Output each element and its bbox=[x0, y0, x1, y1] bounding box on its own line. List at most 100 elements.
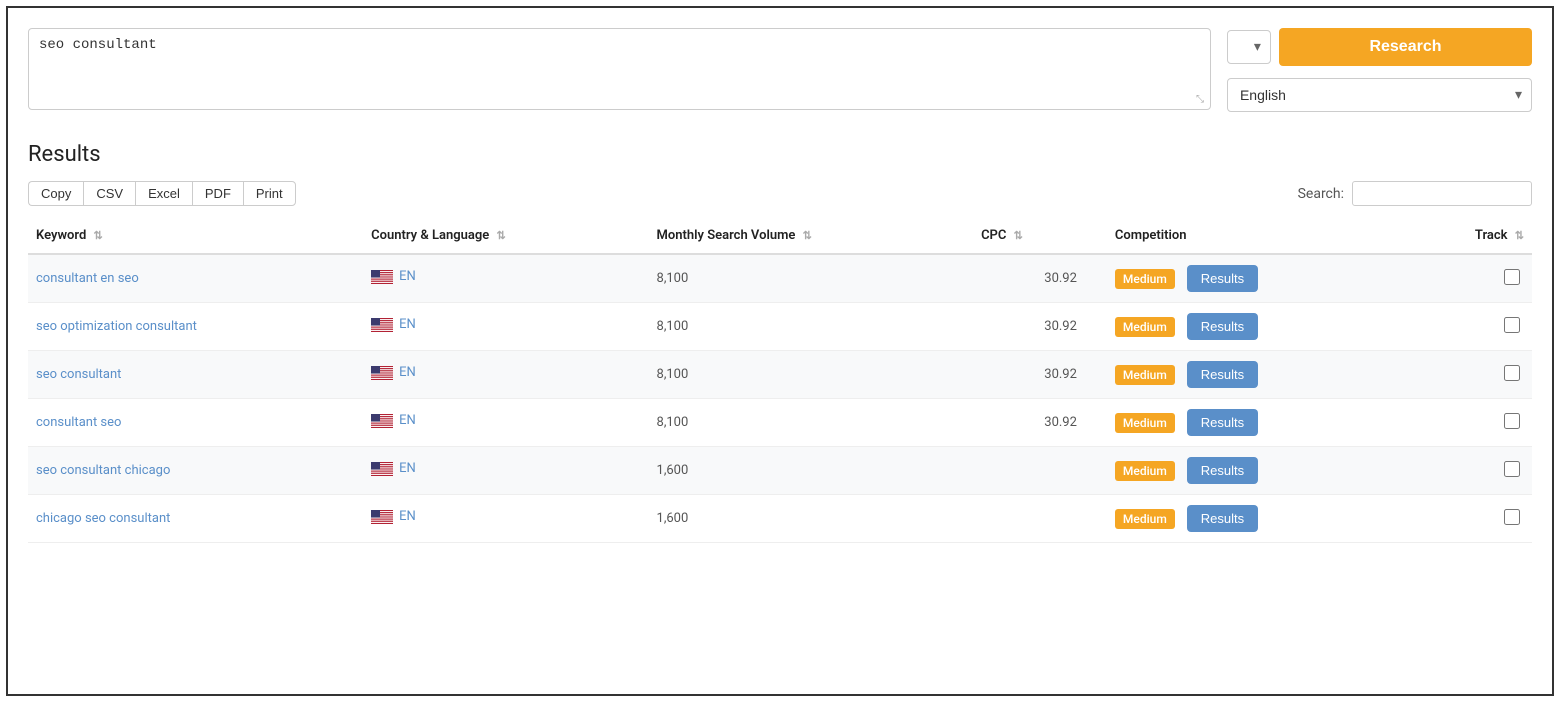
export-buttons-group: Copy CSV Excel PDF Print bbox=[28, 181, 296, 206]
language-label: EN bbox=[399, 461, 416, 476]
app-container: ⤡ United States (US) United Kingdom (UK)… bbox=[6, 6, 1554, 696]
cell-cpc: 30.92 bbox=[973, 351, 1107, 399]
cell-competition: Medium Results bbox=[1107, 399, 1409, 447]
cell-competition: Medium Results bbox=[1107, 447, 1409, 495]
results-button[interactable]: Results bbox=[1187, 457, 1258, 484]
track-checkbox[interactable] bbox=[1504, 317, 1520, 333]
cell-track bbox=[1409, 495, 1532, 543]
cell-msv: 8,100 bbox=[649, 303, 974, 351]
results-section: Results Copy CSV Excel PDF Print Search:… bbox=[28, 142, 1532, 543]
competition-badge: Medium bbox=[1115, 509, 1175, 529]
pdf-button[interactable]: PDF bbox=[192, 181, 243, 206]
flag-en-wrap: EN bbox=[371, 413, 416, 428]
cell-msv: 1,600 bbox=[649, 495, 974, 543]
results-button[interactable]: Results bbox=[1187, 505, 1258, 532]
cell-cpc bbox=[973, 447, 1107, 495]
language-label: EN bbox=[399, 269, 416, 284]
table-search-input[interactable] bbox=[1352, 181, 1532, 206]
cell-cpc: 30.92 bbox=[973, 399, 1107, 447]
track-checkbox[interactable] bbox=[1504, 269, 1520, 285]
results-button[interactable]: Results bbox=[1187, 265, 1258, 292]
us-flag-icon bbox=[371, 462, 393, 476]
language-select[interactable]: English Spanish French German bbox=[1227, 78, 1532, 112]
cell-track bbox=[1409, 254, 1532, 303]
cell-country-language: EN bbox=[363, 495, 648, 543]
language-label: EN bbox=[399, 413, 416, 428]
search-label: Search: bbox=[1298, 186, 1344, 202]
sort-icon-track: ⇅ bbox=[1515, 229, 1524, 242]
us-flag-icon bbox=[371, 318, 393, 332]
keyword-link[interactable]: seo consultant chicago bbox=[36, 463, 170, 478]
track-checkbox[interactable] bbox=[1504, 413, 1520, 429]
flag-en-wrap: EN bbox=[371, 317, 416, 332]
keyword-link[interactable]: consultant seo bbox=[36, 415, 121, 430]
csv-button[interactable]: CSV bbox=[83, 181, 135, 206]
col-cpc[interactable]: CPC ⇅ bbox=[973, 218, 1107, 254]
cell-track bbox=[1409, 447, 1532, 495]
cell-msv: 8,100 bbox=[649, 399, 974, 447]
competition-badge: Medium bbox=[1115, 413, 1175, 433]
cell-msv: 8,100 bbox=[649, 351, 974, 399]
results-button[interactable]: Results bbox=[1187, 361, 1258, 388]
cell-keyword: consultant seo bbox=[28, 399, 363, 447]
competition-badge: Medium bbox=[1115, 461, 1175, 481]
cell-competition: MediumResults bbox=[1107, 254, 1409, 303]
language-label: EN bbox=[399, 365, 416, 380]
flag-en-wrap: EN bbox=[371, 461, 416, 476]
table-row: seo consultant EN 8,10030.92MediumResult… bbox=[28, 351, 1532, 399]
top-row: ⤡ United States (US) United Kingdom (UK)… bbox=[28, 28, 1532, 112]
language-label: EN bbox=[399, 509, 416, 524]
sort-icon-keyword: ⇅ bbox=[94, 229, 103, 242]
resize-handle: ⤡ bbox=[1196, 95, 1208, 107]
search-input-wrap: ⤡ bbox=[28, 28, 1211, 110]
cell-cpc bbox=[973, 495, 1107, 543]
country-select-wrap: United States (US) United Kingdom (UK) C… bbox=[1227, 30, 1271, 64]
country-select[interactable]: United States (US) United Kingdom (UK) C… bbox=[1227, 30, 1271, 64]
cell-country-language: EN bbox=[363, 254, 648, 303]
table-row: consultant en seo EN 8,10030.92MediumRes… bbox=[28, 254, 1532, 303]
cell-keyword: seo optimization consultant bbox=[28, 303, 363, 351]
keyword-link[interactable]: seo optimization consultant bbox=[36, 319, 197, 334]
track-checkbox[interactable] bbox=[1504, 365, 1520, 381]
cell-country-language: EN bbox=[363, 447, 648, 495]
results-table: Keyword ⇅ Country & Language ⇅ Monthly S… bbox=[28, 218, 1532, 543]
keyword-link[interactable]: consultant en seo bbox=[36, 271, 139, 286]
language-label: EN bbox=[399, 317, 416, 332]
cell-country-language: EN bbox=[363, 303, 648, 351]
cell-country-language: EN bbox=[363, 351, 648, 399]
us-flag-icon bbox=[371, 414, 393, 428]
keyword-link[interactable]: seo consultant bbox=[36, 367, 121, 382]
flag-en-wrap: EN bbox=[371, 509, 416, 524]
track-checkbox[interactable] bbox=[1504, 509, 1520, 525]
language-select-wrap: English Spanish French German bbox=[1227, 78, 1532, 112]
cell-cpc: 30.92 bbox=[973, 303, 1107, 351]
sort-icon-msv: ⇅ bbox=[803, 229, 812, 242]
competition-badge: Medium bbox=[1115, 317, 1175, 337]
results-button[interactable]: Results bbox=[1187, 313, 1258, 340]
research-button[interactable]: Research bbox=[1279, 28, 1532, 66]
cell-keyword: chicago seo consultant bbox=[28, 495, 363, 543]
controls-right: United States (US) United Kingdom (UK) C… bbox=[1227, 28, 1532, 112]
table-row: seo consultant chicago EN 1,600MediumRes… bbox=[28, 447, 1532, 495]
col-monthly-search-volume[interactable]: Monthly Search Volume ⇅ bbox=[649, 218, 974, 254]
col-track[interactable]: Track ⇅ bbox=[1409, 218, 1532, 254]
cell-keyword: seo consultant bbox=[28, 351, 363, 399]
flag-en-wrap: EN bbox=[371, 365, 416, 380]
keyword-link[interactable]: chicago seo consultant bbox=[36, 511, 170, 526]
col-country-language[interactable]: Country & Language ⇅ bbox=[363, 218, 648, 254]
track-checkbox[interactable] bbox=[1504, 461, 1520, 477]
excel-button[interactable]: Excel bbox=[135, 181, 192, 206]
table-row: chicago seo consultant EN 1,600 Medium Res… bbox=[28, 495, 1532, 543]
results-title: Results bbox=[28, 142, 1532, 167]
cell-cpc: 30.92 bbox=[973, 254, 1107, 303]
us-flag-icon bbox=[371, 366, 393, 380]
cell-track bbox=[1409, 351, 1532, 399]
table-toolbar: Copy CSV Excel PDF Print Search: bbox=[28, 181, 1532, 206]
print-button[interactable]: Print bbox=[243, 181, 296, 206]
cell-track bbox=[1409, 303, 1532, 351]
col-keyword[interactable]: Keyword ⇅ bbox=[28, 218, 363, 254]
keyword-input[interactable] bbox=[39, 37, 1200, 97]
copy-button[interactable]: Copy bbox=[28, 181, 83, 206]
cell-country-language: EN bbox=[363, 399, 648, 447]
results-button[interactable]: Results bbox=[1187, 409, 1258, 436]
